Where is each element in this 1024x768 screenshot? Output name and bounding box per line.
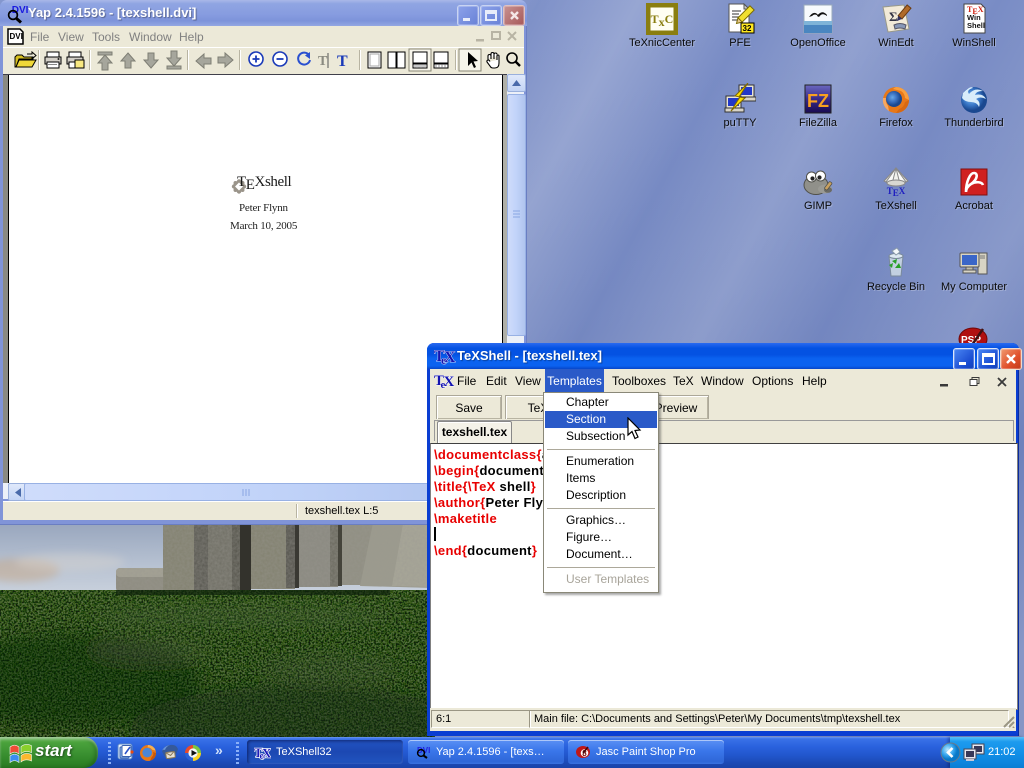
svg-text:FZ: FZ [807, 91, 829, 111]
svg-text:TEX: TEX [887, 186, 906, 198]
svg-text:DVI: DVI [10, 32, 23, 41]
svg-text:T: T [337, 53, 348, 70]
svg-text:32: 32 [743, 24, 752, 33]
svg-text:Σ: Σ [889, 9, 898, 24]
svg-text:X: X [444, 349, 456, 365]
svg-text:X: X [262, 745, 271, 760]
svg-text:Shell: Shell [967, 21, 985, 30]
svg-text:T: T [318, 54, 328, 69]
svg-text:X: X [444, 374, 455, 389]
